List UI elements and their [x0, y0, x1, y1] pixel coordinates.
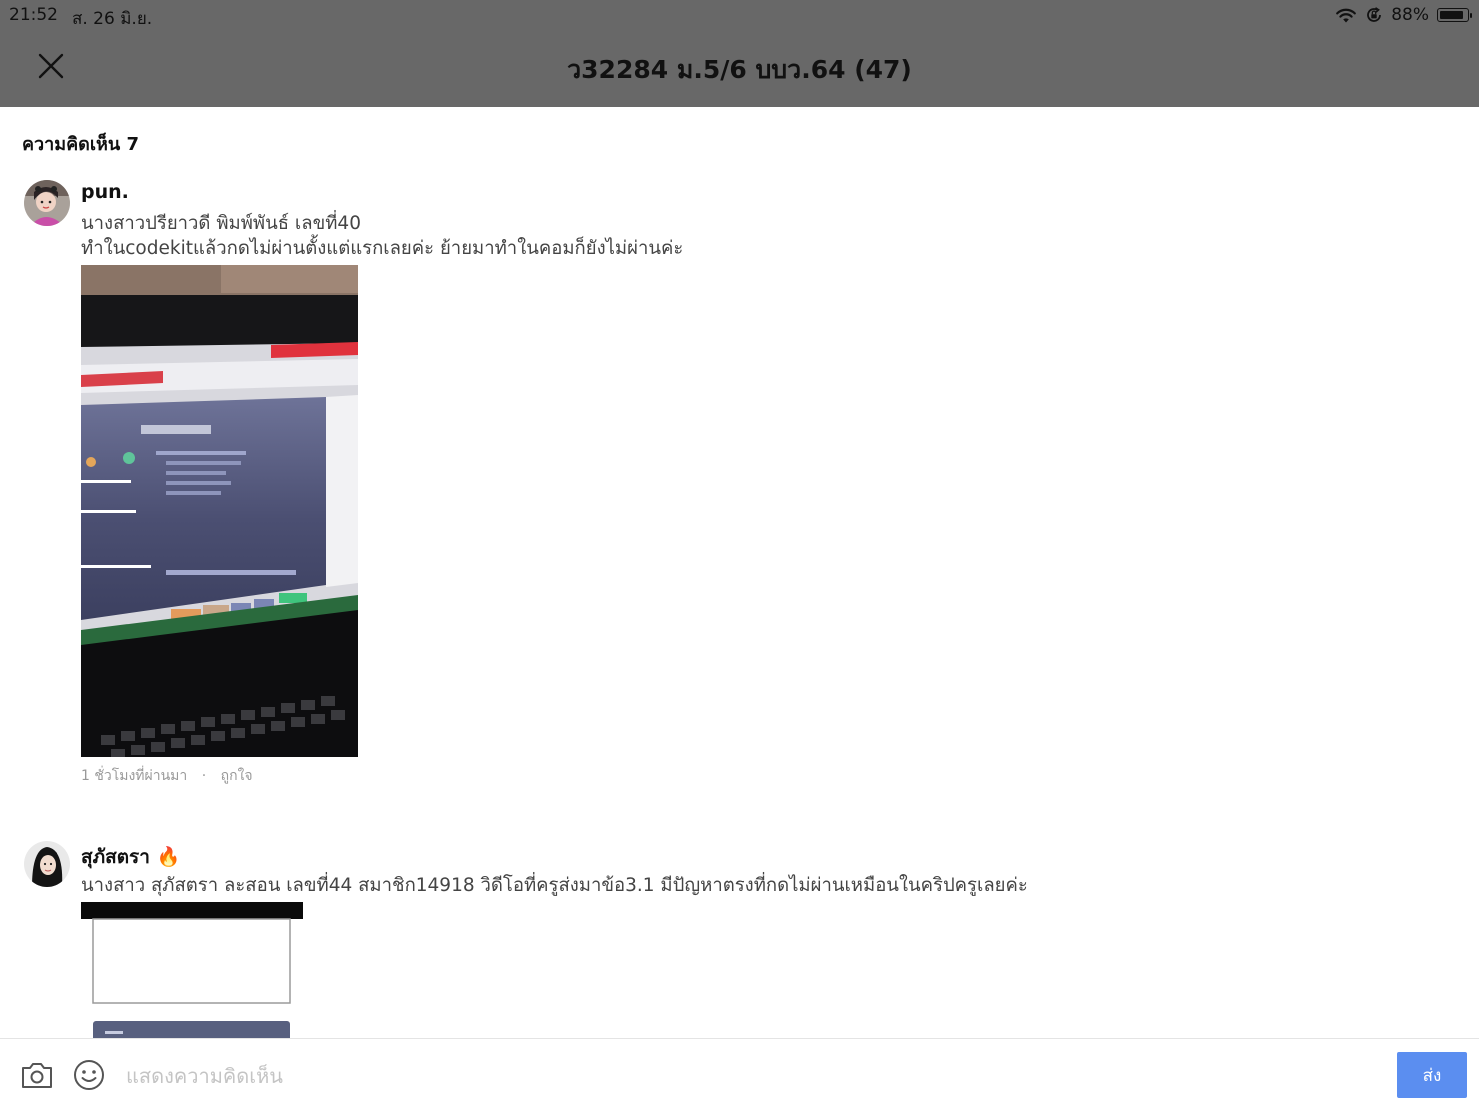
comment-composer: ส่ง: [0, 1038, 1479, 1110]
wifi-icon: [1336, 8, 1357, 22]
comment-attachment-photo[interactable]: [81, 902, 303, 1038]
header-bar: ว32284 ม.5/6 บบว.64 (47): [0, 30, 1479, 107]
status-indicators: 88%: [1335, 5, 1472, 25]
send-button[interactable]: ส่ง: [1397, 1052, 1467, 1098]
emoji-button[interactable]: [73, 1059, 105, 1091]
camera-icon: [22, 1063, 52, 1088]
status-bar: 21:52 ส. 26 มิ.ย. 88%: [0, 0, 1479, 30]
comment-author[interactable]: สุภัสตรา 🔥: [81, 842, 180, 872]
comment-timestamp: 1 ชั่วโมงที่ผ่านมา: [81, 768, 188, 784]
like-button[interactable]: ถูกใจ: [221, 768, 253, 784]
comment-meta: 1 ชั่วโมงที่ผ่านมา · ถูกใจ: [81, 765, 253, 787]
comments-panel[interactable]: ความคิดเห็น 7 pun. นางสาวปรียาวดี พิมพ์พ…: [0, 107, 1479, 1038]
avatar[interactable]: [24, 841, 70, 887]
page-title: ว32284 ม.5/6 บบว.64 (47): [567, 55, 912, 84]
battery-icon: [1437, 8, 1472, 22]
comment-input[interactable]: [124, 1059, 1378, 1093]
battery-percent: 88%: [1391, 5, 1429, 25]
comment-author[interactable]: pun.: [81, 181, 129, 203]
avatar[interactable]: [24, 180, 70, 226]
comment-text-line: นางสาว สุภัสตรา ละสอน เลขที่44 สมาชิก149…: [81, 875, 1028, 896]
fire-emoji-icon: 🔥: [156, 846, 181, 868]
status-time: 21:52: [9, 5, 58, 25]
comment-text-line: ทำในcodekitแล้วกดไม่ผ่านตั้งแต่แรกเลยค่ะ…: [81, 238, 684, 259]
comment-attachment-photo[interactable]: [81, 265, 358, 757]
camera-button[interactable]: [20, 1060, 54, 1090]
orientation-lock-icon: [1367, 7, 1382, 22]
comment-count: ความคิดเห็น 7: [22, 134, 139, 155]
emoji-icon: [74, 1060, 104, 1090]
comment-author-name: สุภัสตรา: [81, 846, 150, 868]
meta-separator: ·: [201, 768, 207, 784]
battery-level-fill: [1440, 11, 1464, 19]
status-date: ส. 26 มิ.ย.: [72, 9, 153, 29]
